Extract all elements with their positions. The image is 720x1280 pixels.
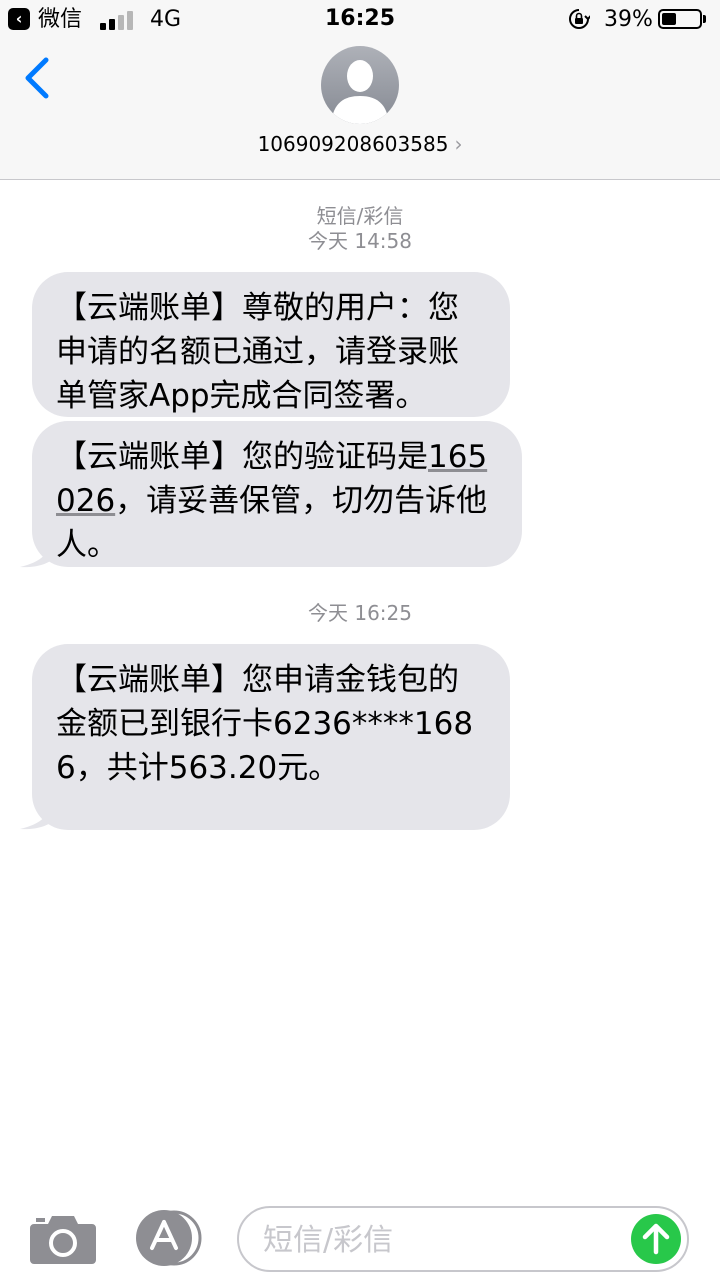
send-arrow-icon bbox=[642, 1223, 670, 1255]
bubble-tail bbox=[20, 800, 54, 830]
conversation-header: 106909208603585 › bbox=[0, 40, 720, 180]
message-bubble[interactable]: 【云端账单】您的验证码是165026，请妥善保管，切勿告诉他人。 bbox=[32, 421, 522, 567]
contact-name-row[interactable]: 106909208603585 › bbox=[0, 132, 720, 156]
battery-icon bbox=[658, 9, 702, 29]
send-button[interactable] bbox=[631, 1214, 681, 1264]
battery-percent: 39% bbox=[604, 7, 653, 32]
message-text: ，请妥善保管，切勿告诉他人。 bbox=[56, 483, 488, 563]
message-bubble[interactable]: 【云端账单】您申请金钱包的金额已到银行卡6236****1686，共计563.2… bbox=[32, 644, 510, 830]
orientation-lock-icon bbox=[569, 9, 590, 29]
timestamp: 今天 14:58 bbox=[308, 229, 412, 253]
bubble-tail bbox=[20, 538, 54, 568]
battery-cap bbox=[703, 15, 706, 23]
status-bar: ‹ 微信 4G 16:25 39% bbox=[0, 0, 720, 40]
contact-number[interactable]: 106909208603585 bbox=[258, 132, 449, 156]
camera-icon[interactable] bbox=[30, 1212, 96, 1264]
message-input-field[interactable] bbox=[237, 1206, 689, 1272]
message-bubble[interactable]: 【云端账单】尊敬的用户：您申请的名额已通过，请登录账单管家App完成合同签署。 bbox=[32, 272, 510, 417]
contact-avatar[interactable] bbox=[321, 46, 399, 124]
message-type-label: 短信/彩信 bbox=[316, 204, 404, 228]
timestamp: 今天 16:25 bbox=[308, 601, 412, 625]
message-text: 【云端账单】您的验证码是 bbox=[56, 439, 428, 475]
app-store-icon[interactable] bbox=[134, 1210, 204, 1266]
message-input[interactable] bbox=[261, 1214, 615, 1266]
back-chevron-icon[interactable] bbox=[20, 56, 60, 100]
avatar-icon bbox=[331, 60, 389, 124]
chevron-right-icon: › bbox=[454, 132, 463, 156]
